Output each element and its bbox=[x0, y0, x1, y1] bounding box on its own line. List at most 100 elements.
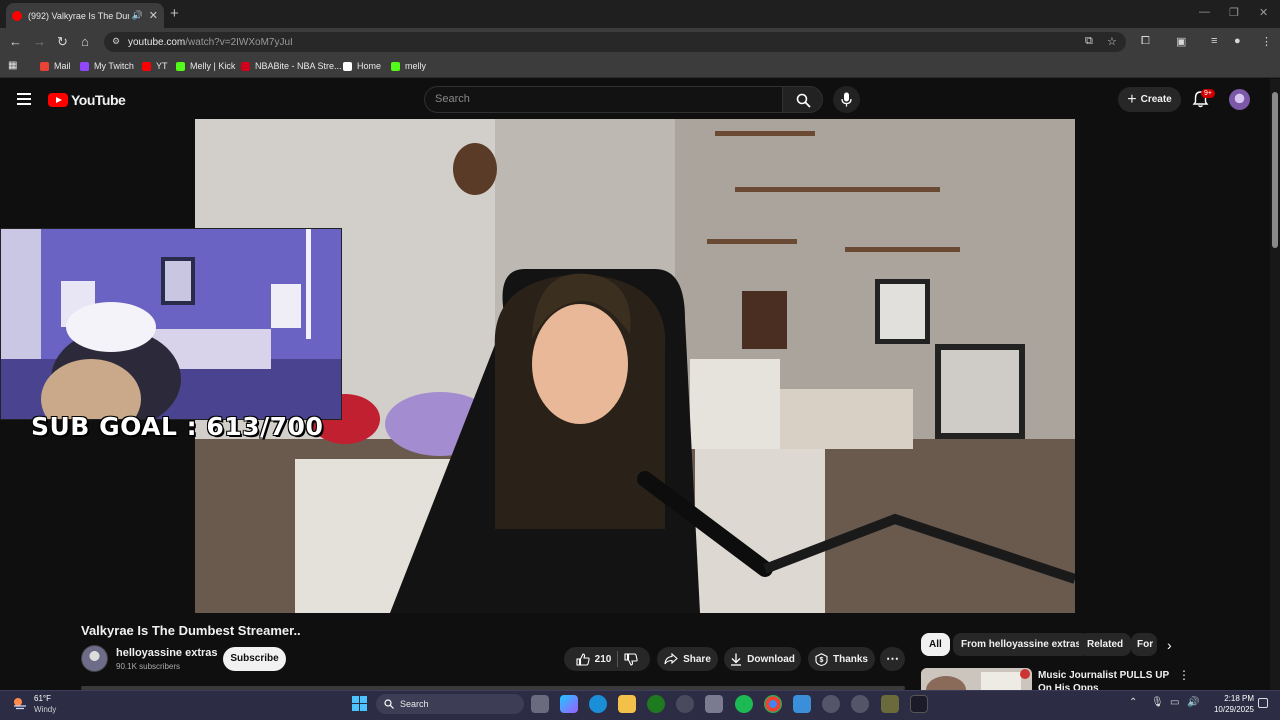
speaker-icon[interactable]: 🔊 bbox=[132, 10, 143, 21]
like-count[interactable]: 210 bbox=[595, 654, 612, 665]
more-actions-button[interactable]: ⋯ bbox=[880, 647, 905, 671]
recommended-title[interactable]: Music Journalist PULLS UP On His Opps bbox=[1038, 669, 1176, 690]
media-player-icon[interactable] bbox=[822, 695, 840, 713]
close-window-icon[interactable]: ✕ bbox=[1259, 6, 1268, 19]
apps-grid-icon[interactable]: ▦ bbox=[8, 60, 17, 71]
app-icon[interactable] bbox=[881, 695, 899, 713]
chip-for-you[interactable]: For bbox=[1131, 633, 1157, 656]
bookmarks-bar: ▦ Mail My Twitch YT Melly | Kick NBABite… bbox=[0, 56, 1280, 78]
system-clock[interactable]: 2:18 PM 10/29/2025 bbox=[1204, 693, 1254, 715]
bookmark-label: YT bbox=[156, 61, 168, 71]
subscriber-count: 90.1K subscribers bbox=[116, 662, 181, 671]
chip-from-channel[interactable]: From helloyassine extras bbox=[953, 633, 1090, 656]
create-label: Create bbox=[1140, 94, 1172, 105]
bookmark-melly[interactable]: melly bbox=[391, 61, 426, 71]
bookmark-mail[interactable]: Mail bbox=[40, 61, 71, 71]
store-icon[interactable] bbox=[705, 695, 723, 713]
browser-tab-strip bbox=[0, 0, 1280, 28]
clock-time: 2:18 PM bbox=[1224, 694, 1254, 703]
restore-icon[interactable]: ❐ bbox=[1229, 6, 1239, 19]
scrollbar-thumb[interactable] bbox=[1272, 92, 1278, 248]
clock-date: 10/29/2025 bbox=[1213, 705, 1254, 714]
microphone-tray-icon[interactable]: 🎙 bbox=[1151, 697, 1164, 708]
bookmark-label: Melly | Kick bbox=[190, 61, 236, 71]
cast-icon[interactable]: ⧉ bbox=[1085, 35, 1093, 48]
thanks-button[interactable]: $ Thanks bbox=[808, 647, 875, 671]
back-icon[interactable]: ← bbox=[9, 34, 22, 49]
kick-icon bbox=[176, 61, 185, 71]
subscribe-button[interactable]: Subscribe bbox=[223, 647, 286, 671]
minimize-icon[interactable]: — bbox=[1199, 6, 1210, 18]
thumbnail-image bbox=[921, 668, 1032, 690]
volume-icon[interactable]: 🔊 bbox=[1187, 697, 1199, 708]
browser-menu-icon[interactable]: ⋮ bbox=[1261, 35, 1272, 48]
channel-avatar[interactable] bbox=[81, 645, 108, 672]
chrome-icon[interactable] bbox=[764, 695, 782, 713]
thumbs-down-icon[interactable] bbox=[624, 652, 639, 666]
notification-center-icon[interactable] bbox=[1258, 698, 1268, 708]
github-icon[interactable] bbox=[676, 695, 694, 713]
notification-badge: 9+ bbox=[1201, 89, 1215, 98]
url-bar[interactable]: ⚙ youtube.com/watch?v=2IWXoM7yJuI bbox=[104, 32, 1126, 52]
bookmark-home[interactable]: Home bbox=[343, 61, 381, 71]
network-icon[interactable]: ▭ bbox=[1170, 697, 1179, 708]
reload-icon[interactable]: ↻ bbox=[57, 34, 68, 50]
chevron-right-icon[interactable]: › bbox=[1167, 637, 1172, 653]
recommended-thumbnail[interactable] bbox=[921, 668, 1032, 690]
voice-search-button[interactable] bbox=[833, 86, 860, 113]
chip-related[interactable]: Related bbox=[1079, 633, 1132, 656]
channel-name[interactable]: helloyassine extras bbox=[116, 647, 218, 659]
chip-all[interactable]: All bbox=[921, 633, 950, 656]
profile-icon[interactable]: ● bbox=[1234, 35, 1241, 47]
home-icon[interactable]: ⌂ bbox=[81, 34, 89, 49]
thumbs-up-icon[interactable] bbox=[576, 652, 590, 666]
bookmark-star-icon[interactable]: ☆ bbox=[1107, 35, 1117, 48]
recommended-more-icon[interactable]: ⋮ bbox=[1178, 668, 1190, 682]
windy-weather-icon[interactable] bbox=[12, 696, 28, 710]
plus-icon: + bbox=[1127, 90, 1137, 108]
hamburger-menu-icon[interactable] bbox=[17, 93, 31, 108]
share-button[interactable]: Share bbox=[657, 647, 718, 671]
bookmark-nbabite[interactable]: NBABite - NBA Stre... bbox=[241, 61, 342, 71]
copilot-icon[interactable] bbox=[560, 695, 578, 713]
download-button[interactable]: Download bbox=[724, 647, 801, 671]
windows-start-icon[interactable] bbox=[352, 696, 368, 712]
bookmark-my-twitch[interactable]: My Twitch bbox=[80, 61, 134, 71]
search-button[interactable] bbox=[782, 86, 823, 113]
like-dislike-group: 210 bbox=[564, 647, 650, 671]
create-button[interactable]: + Create bbox=[1118, 87, 1181, 112]
bookmark-label: melly bbox=[405, 61, 427, 71]
super-thanks-icon: $ bbox=[815, 652, 828, 666]
youtube-play-icon bbox=[48, 93, 68, 107]
app-icon[interactable] bbox=[910, 695, 928, 713]
extensions-icon[interactable]: ⧠ bbox=[1141, 35, 1150, 48]
edge-icon[interactable] bbox=[589, 695, 607, 713]
weather-temperature[interactable]: 61°F bbox=[34, 694, 51, 703]
download-label: Download bbox=[747, 653, 795, 665]
side-panel-icon[interactable]: ▣ bbox=[1176, 35, 1186, 48]
taskbar-search[interactable]: Search bbox=[376, 694, 524, 714]
search-input[interactable]: Search bbox=[424, 86, 782, 113]
new-tab-button[interactable]: + bbox=[170, 5, 179, 22]
bookmark-label: NBABite - NBA Stre... bbox=[255, 61, 342, 71]
webcam-frame bbox=[1, 229, 341, 419]
file-explorer-icon[interactable] bbox=[618, 695, 636, 713]
bookmark-melly-kick[interactable]: Melly | Kick bbox=[176, 61, 235, 71]
youtube-logo[interactable]: YouTube bbox=[48, 92, 126, 108]
close-tab-icon[interactable]: ✕ bbox=[149, 9, 158, 22]
forward-icon[interactable]: → bbox=[33, 34, 46, 49]
xbox-icon[interactable] bbox=[647, 695, 665, 713]
site-info-icon[interactable]: ⚙ bbox=[112, 36, 120, 47]
app-icon[interactable] bbox=[851, 695, 869, 713]
reading-list-icon[interactable]: ≡ bbox=[1211, 35, 1217, 47]
tray-overflow-icon[interactable]: ⌃ bbox=[1129, 697, 1137, 708]
webcam-overlay bbox=[0, 228, 342, 420]
weather-condition[interactable]: Windy bbox=[34, 705, 56, 714]
photos-icon[interactable] bbox=[793, 695, 811, 713]
bookmark-yt[interactable]: YT bbox=[142, 61, 168, 71]
browser-tab-active[interactable]: (992) Valkyrae Is The Dumbest Streamer..… bbox=[6, 3, 164, 28]
account-avatar[interactable] bbox=[1229, 89, 1250, 110]
task-view-icon[interactable] bbox=[531, 695, 549, 713]
tab-title: (992) Valkyrae Is The Dumbest Streamer.. bbox=[28, 10, 129, 21]
spotify-icon[interactable] bbox=[735, 695, 753, 713]
